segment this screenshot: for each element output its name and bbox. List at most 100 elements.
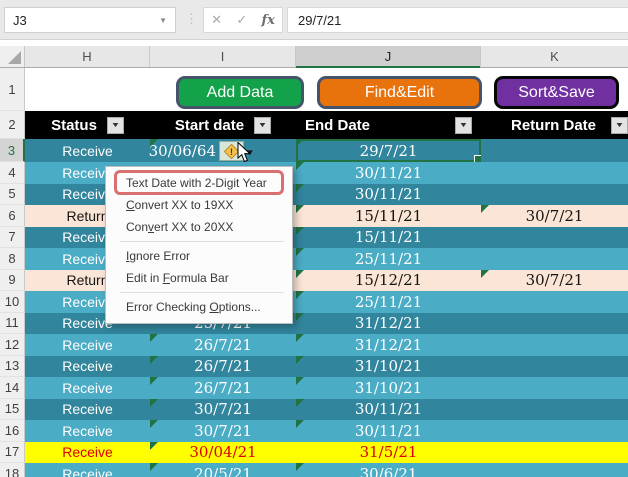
name-box[interactable]: J3 ▼ [4,7,176,33]
column-header-k[interactable]: K [481,46,628,67]
cell-K9[interactable]: 30/7/21 [481,270,628,292]
cell-K18[interactable] [481,463,628,477]
row-header-14[interactable]: 14 [0,377,25,399]
cell-I15[interactable]: 30/7/21 [150,399,296,421]
cell-K12[interactable] [481,334,628,356]
filter-button[interactable]: ▼ [254,117,271,134]
cancel-icon[interactable]: ✕ [211,12,222,28]
table-row: 9Return15/12/2130/7/21 [0,270,628,292]
cell-K8[interactable] [481,248,628,270]
cell-I17[interactable]: 30/04/21 [150,442,296,464]
table-row: 15Receive30/7/2130/11/21 [0,399,628,421]
menu-item-text-date-with-2-digit-year[interactable]: Text Date with 2-Digit Year [106,172,292,194]
table-row: 18Receive20/5/2130/6/21 [0,463,628,477]
cell-J3[interactable]: 29/7/21 [296,139,481,162]
menu-separator [120,292,284,293]
macro-button-sort-save[interactable]: Sort&Save [494,76,619,109]
table-row: 10Receive25/11/21 [0,291,628,313]
cell-K7[interactable] [481,227,628,249]
select-all-corner[interactable] [0,46,25,67]
row-header-3[interactable]: 3 [0,139,25,162]
row-header-1[interactable]: 1 [0,68,25,111]
filter-button[interactable]: ▼ [107,117,124,134]
cell-J16[interactable]: 30/11/21 [296,420,481,442]
cell-H17[interactable]: Receive [25,442,150,464]
filter-button[interactable]: ▼ [455,117,472,134]
cell-H3[interactable]: Receive [25,139,150,162]
row-header-13[interactable]: 13 [0,356,25,378]
cell-K11[interactable] [481,313,628,335]
cell-J15[interactable]: 30/11/21 [296,399,481,421]
cell-K14[interactable] [481,377,628,399]
filter-dropdown-icon: ▼ [111,122,121,129]
row-header-4[interactable]: 4 [0,162,25,184]
cell-H14[interactable]: Receive [25,377,150,399]
cell-I12[interactable]: 26/7/21 [150,334,296,356]
cell-J10[interactable]: 25/11/21 [296,291,481,313]
cell-I14[interactable]: 26/7/21 [150,377,296,399]
row-header-7[interactable]: 7 [0,227,25,249]
column-header-h[interactable]: H [25,46,150,67]
macro-button-add-data[interactable]: Add Data [176,76,304,109]
cell-H13[interactable]: Receive [25,356,150,378]
row-header-2[interactable]: 2 [0,111,25,139]
cell-H12[interactable]: Receive [25,334,150,356]
row-header-12[interactable]: 12 [0,334,25,356]
filter-dropdown-icon: ▼ [615,122,625,129]
name-box-dropdown-icon[interactable]: ▼ [159,16,167,25]
cell-K4[interactable] [481,162,628,184]
row-header-15[interactable]: 15 [0,399,25,421]
excel-window: J3 ▼ ⋮ ✕ ✓ fx 29/7/21 HIJK 12Status▼Star… [0,0,628,477]
cell-J8[interactable]: 25/11/21 [296,248,481,270]
cell-H18[interactable]: Receive [25,463,150,477]
row-header-8[interactable]: 8 [0,248,25,270]
filter-button[interactable]: ▼ [611,117,628,134]
cell-K5[interactable] [481,184,628,206]
cell-I13[interactable]: 26/7/21 [150,356,296,378]
formula-input[interactable]: 29/7/21 [287,7,628,33]
cell-K16[interactable] [481,420,628,442]
row-header-6[interactable]: 6 [0,205,25,227]
cell-J11[interactable]: 31/12/21 [296,313,481,335]
table-row: 5Receive30/11/21 [0,184,628,206]
cell-J18[interactable]: 30/6/21 [296,463,481,477]
cell-J6[interactable]: 15/11/21 [296,205,481,227]
cell-K10[interactable] [481,291,628,313]
cell-J7[interactable]: 15/11/21 [296,227,481,249]
cell-J17[interactable]: 31/5/21 [296,442,481,464]
row-header-5[interactable]: 5 [0,184,25,206]
row-header-17[interactable]: 17 [0,442,25,464]
menu-item-error-checking-options[interactable]: Error Checking Options... [106,296,292,318]
menu-item-edit-in-formula-bar[interactable]: Edit in Formula Bar [106,267,292,289]
cell-J4[interactable]: 30/11/21 [296,162,481,184]
cell-K17[interactable] [481,442,628,464]
cell-I16[interactable]: 30/7/21 [150,420,296,442]
cell-K15[interactable] [481,399,628,421]
cell-J14[interactable]: 31/10/21 [296,377,481,399]
row-header-9[interactable]: 9 [0,270,25,292]
row-header-11[interactable]: 11 [0,313,25,335]
cell-J12[interactable]: 31/12/21 [296,334,481,356]
menu-item-convert-xx-to-20xx[interactable]: Convert XX to 20XX [106,216,292,238]
cell-K3[interactable] [481,139,628,162]
menu-item-label: Error Checking Options... [126,300,261,314]
enter-icon[interactable]: ✓ [236,12,247,28]
cell-H16[interactable]: Receive [25,420,150,442]
cell-K13[interactable] [481,356,628,378]
column-header-j[interactable]: J [296,46,481,67]
cell-J9[interactable]: 15/12/21 [296,270,481,292]
cell-I18[interactable]: 20/5/21 [150,463,296,477]
menu-item-label: Convert XX to 20XX [126,220,233,234]
cell-J5[interactable]: 30/11/21 [296,184,481,206]
insert-function-icon[interactable]: fx [262,13,275,28]
cell-H15[interactable]: Receive [25,399,150,421]
macro-button-find-edit[interactable]: Find&Edit [317,76,482,109]
column-header-i[interactable]: I [150,46,296,67]
menu-item-convert-xx-to-19xx[interactable]: Convert XX to 19XX [106,194,292,216]
row-header-18[interactable]: 18 [0,463,25,477]
row-header-10[interactable]: 10 [0,291,25,313]
row-header-16[interactable]: 16 [0,420,25,442]
cell-K6[interactable]: 30/7/21 [481,205,628,227]
menu-item-ignore-error[interactable]: Ignore Error [106,245,292,267]
cell-J13[interactable]: 31/10/21 [296,356,481,378]
